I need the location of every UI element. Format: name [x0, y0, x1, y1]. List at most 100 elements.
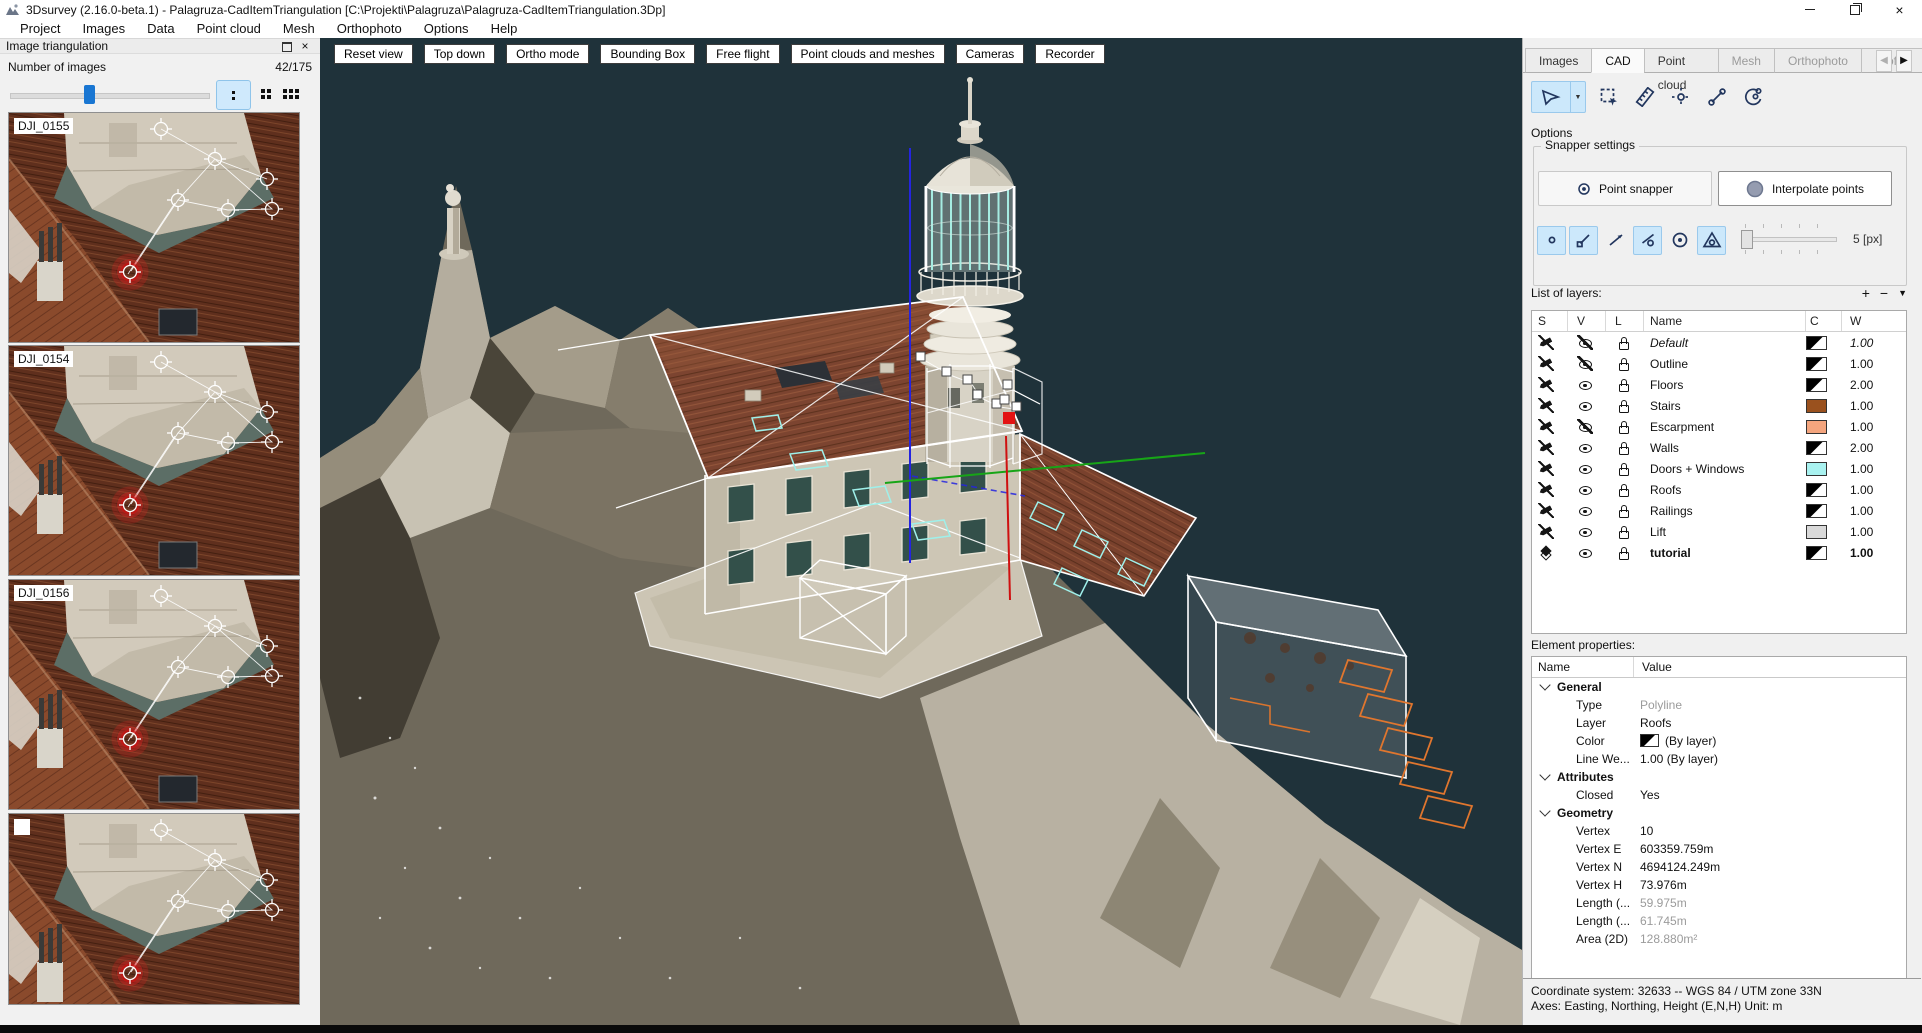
property-row-color[interactable]: Color(By layer)	[1532, 732, 1906, 750]
intersection-snap-button[interactable]	[1601, 226, 1630, 255]
layer-name[interactable]: tutorial	[1644, 546, 1806, 560]
close-button[interactable]: ×	[1877, 0, 1922, 19]
rect-select-tool-button[interactable]	[1596, 84, 1622, 110]
layer-snap-toggle[interactable]	[1532, 335, 1568, 350]
layer-weight[interactable]: 1.00	[1842, 462, 1904, 476]
layer-snap-toggle[interactable]	[1532, 545, 1568, 560]
layer-name[interactable]: Escarpment	[1644, 420, 1806, 434]
layer-lock-toggle[interactable]	[1606, 461, 1644, 476]
layer-name[interactable]: Stairs	[1644, 399, 1806, 413]
layer-weight[interactable]: 1.00	[1842, 399, 1904, 413]
layer-weight[interactable]: 1.00	[1842, 483, 1904, 497]
point-snapper-button[interactable]: Point snapper	[1538, 171, 1712, 206]
remove-layer-button[interactable]: −	[1880, 286, 1888, 300]
layer-color-swatch[interactable]	[1806, 420, 1842, 434]
viewport-3d[interactable]: Reset view Top down Ortho mode Bounding …	[320, 38, 1522, 1025]
add-layer-button[interactable]: +	[1862, 286, 1870, 300]
layer-row[interactable]: Doors + Windows 1.00	[1532, 458, 1906, 479]
layer-weight[interactable]: 1.00	[1842, 525, 1904, 539]
layer-visibility-toggle[interactable]	[1568, 356, 1606, 371]
layer-lock-toggle[interactable]	[1606, 377, 1644, 392]
menu-project[interactable]: Project	[9, 21, 71, 36]
layer-weight[interactable]: 2.00	[1842, 441, 1904, 455]
cameras-button[interactable]: Cameras	[956, 44, 1025, 64]
property-row[interactable]: Length (...61.745m	[1532, 912, 1906, 930]
property-group-row[interactable]: General	[1532, 678, 1906, 696]
ortho-mode-button[interactable]: Ortho mode	[506, 44, 589, 64]
reset-view-button[interactable]: Reset view	[334, 44, 413, 64]
layer-row[interactable]: Default 1.00	[1532, 332, 1906, 353]
layer-name[interactable]: Doors + Windows	[1644, 462, 1806, 476]
layer-name[interactable]: Walls	[1644, 441, 1806, 455]
property-group-row[interactable]: Geometry	[1532, 804, 1906, 822]
tab-cad[interactable]: CAD	[1591, 48, 1644, 73]
layer-snap-toggle[interactable]	[1532, 503, 1568, 518]
property-row[interactable]: Area (2D)128.880m²	[1532, 930, 1906, 948]
layer-color-swatch[interactable]	[1806, 336, 1842, 350]
close-panel-button[interactable]: ×	[298, 41, 312, 53]
layer-lock-toggle[interactable]	[1606, 440, 1644, 455]
layer-visibility-toggle[interactable]	[1568, 419, 1606, 434]
image-count-slider-handle[interactable]	[84, 85, 95, 104]
recorder-button[interactable]: Recorder	[1035, 44, 1104, 64]
layer-lock-toggle[interactable]	[1606, 503, 1644, 518]
free-flight-button[interactable]: Free flight	[706, 44, 779, 64]
layer-row-active[interactable]: tutorial 1.00	[1532, 542, 1906, 563]
layer-menu-dropdown[interactable]: ▼	[1898, 286, 1907, 300]
point-snap-button[interactable]	[1537, 226, 1566, 255]
layer-snap-toggle[interactable]	[1532, 356, 1568, 371]
layer-color-swatch[interactable]	[1806, 441, 1842, 455]
image-thumbnail[interactable]: DJI_0155	[8, 112, 300, 343]
layer-lock-toggle[interactable]	[1606, 419, 1644, 434]
layer-name[interactable]: Lift	[1644, 525, 1806, 539]
layer-visibility-toggle[interactable]	[1568, 503, 1606, 518]
select-tool-button[interactable]	[1531, 81, 1571, 113]
thumbnail-size-large-button[interactable]	[216, 80, 251, 110]
layer-row[interactable]: Lift 1.00	[1532, 521, 1906, 542]
chevron-down-icon[interactable]	[1539, 805, 1550, 816]
layer-visibility-toggle[interactable]	[1568, 398, 1606, 413]
layer-visibility-toggle[interactable]	[1568, 377, 1606, 392]
layer-weight[interactable]: 1.00	[1842, 336, 1904, 350]
layer-snap-toggle[interactable]	[1532, 461, 1568, 476]
point-clouds-meshes-button[interactable]: Point clouds and meshes	[791, 44, 945, 64]
center-snap-button[interactable]	[1665, 226, 1694, 255]
property-row[interactable]: Vertex H73.976m	[1532, 876, 1906, 894]
layer-row[interactable]: Walls 2.00	[1532, 437, 1906, 458]
thumbnail-size-small-button[interactable]	[280, 85, 302, 103]
measure-tool-button[interactable]	[1632, 84, 1658, 110]
layer-color-swatch[interactable]	[1806, 399, 1842, 413]
layer-name[interactable]: Floors	[1644, 378, 1806, 392]
layer-name[interactable]: Roofs	[1644, 483, 1806, 497]
interpolate-points-button[interactable]: Interpolate points	[1718, 171, 1892, 206]
layer-visibility-toggle[interactable]	[1568, 524, 1606, 539]
layer-color-swatch[interactable]	[1806, 483, 1842, 497]
color-swatch[interactable]	[1640, 734, 1659, 747]
chevron-down-icon[interactable]	[1539, 679, 1550, 690]
chevron-down-icon[interactable]	[1539, 769, 1550, 780]
layer-weight[interactable]: 2.00	[1842, 378, 1904, 392]
property-row[interactable]: TypePolyline	[1532, 696, 1906, 714]
layer-row[interactable]: Railings 1.00	[1532, 500, 1906, 521]
property-row[interactable]: Line We...1.00 (By layer)	[1532, 750, 1906, 768]
property-row[interactable]: Vertex10	[1532, 822, 1906, 840]
layer-color-swatch[interactable]	[1806, 462, 1842, 476]
layer-name[interactable]: Outline	[1644, 357, 1806, 371]
menu-point-cloud[interactable]: Point cloud	[186, 21, 272, 36]
menu-images[interactable]: Images	[71, 21, 136, 36]
menu-options[interactable]: Options	[413, 21, 480, 36]
layer-lock-toggle[interactable]	[1606, 524, 1644, 539]
layer-weight[interactable]: 1.00	[1842, 420, 1904, 434]
layer-snap-toggle[interactable]	[1532, 482, 1568, 497]
layer-row[interactable]: Stairs 1.00	[1532, 395, 1906, 416]
layer-visibility-toggle[interactable]	[1568, 461, 1606, 476]
layer-color-swatch[interactable]	[1806, 504, 1842, 518]
property-row[interactable]: LayerRoofs	[1532, 714, 1906, 732]
layer-color-swatch[interactable]	[1806, 525, 1842, 539]
tab-scroll-right-icon[interactable]: ▶	[1896, 50, 1912, 72]
layer-row[interactable]: Outline 1.00	[1532, 353, 1906, 374]
layer-snap-toggle[interactable]	[1532, 419, 1568, 434]
tab-point-cloud[interactable]: Point cloud	[1644, 48, 1719, 73]
point-tool-button[interactable]	[1668, 84, 1694, 110]
restore-button[interactable]	[1832, 0, 1877, 19]
